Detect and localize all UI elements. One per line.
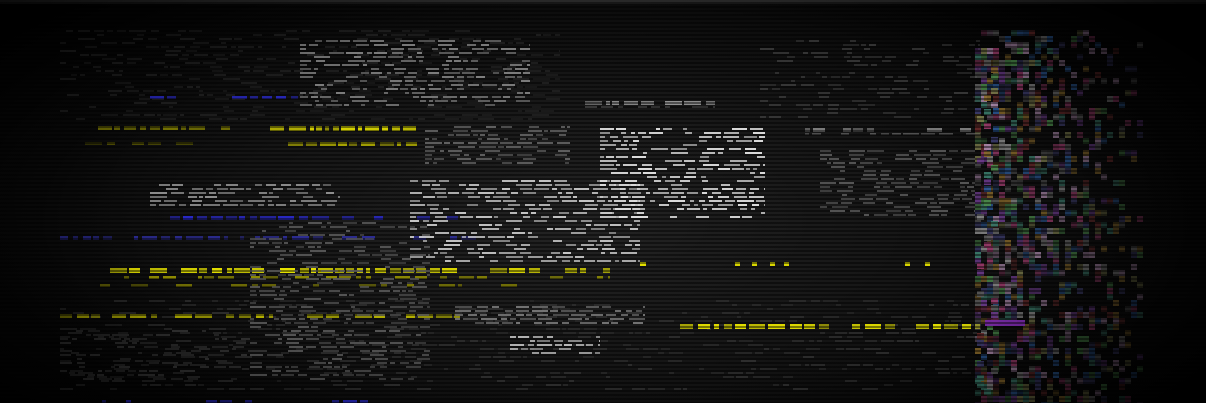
ansi-art-screen xyxy=(0,0,1206,403)
right-pixel-column xyxy=(975,30,1143,403)
ansi-art-canvas xyxy=(60,30,1143,403)
yellow-accent-glyphs xyxy=(60,126,980,329)
